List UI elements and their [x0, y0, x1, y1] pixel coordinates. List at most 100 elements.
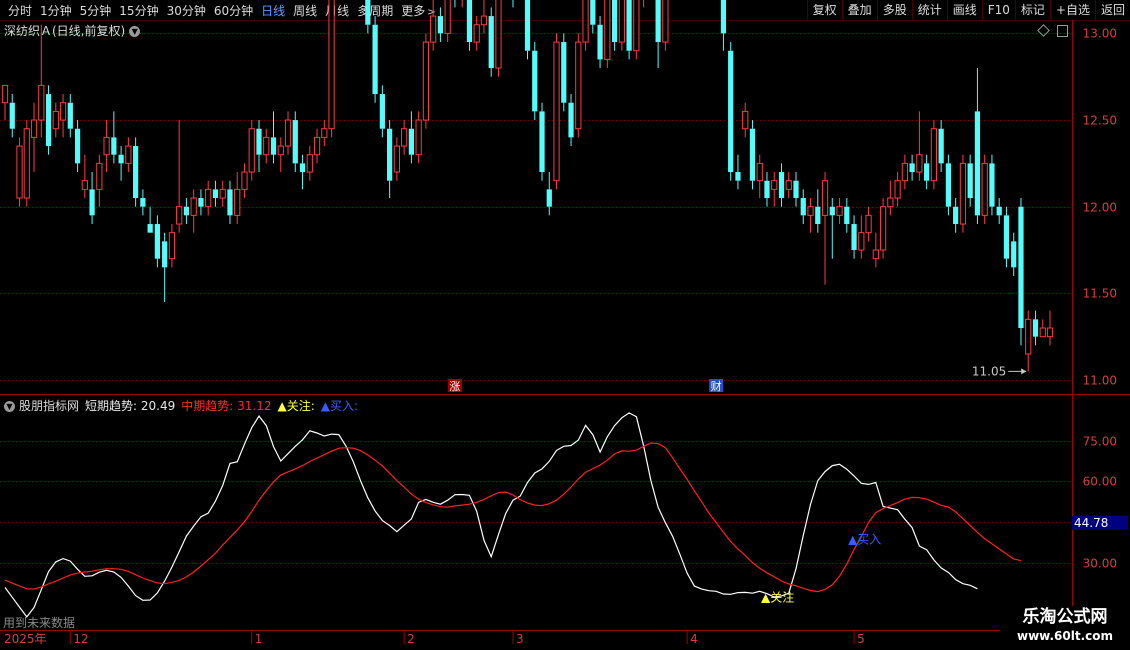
candle-body [524, 0, 531, 51]
candle [1018, 198, 1024, 346]
candle-body [30, 119, 38, 138]
candle [393, 137, 400, 181]
candle [582, 0, 589, 51]
candle-body [604, 0, 611, 60]
candle-body [241, 171, 248, 190]
candle-body [190, 197, 197, 216]
candle [1046, 310, 1054, 346]
candle [561, 33, 567, 112]
candle [495, 0, 502, 77]
candle-body [728, 50, 734, 173]
candle [140, 189, 146, 216]
candle [227, 180, 233, 225]
candle-body [140, 198, 146, 207]
candle-body [103, 136, 110, 156]
date-axis-label-text: 4 [690, 632, 698, 646]
candle-body [959, 162, 967, 225]
candle-body [306, 154, 313, 173]
candle [626, 0, 632, 60]
candle [234, 172, 241, 225]
candle-body [133, 146, 139, 199]
candle-body [938, 128, 944, 164]
candle-body [909, 163, 915, 173]
candle [844, 198, 850, 233]
candle-body [1003, 215, 1010, 259]
candle [1, 84, 9, 121]
candle [887, 180, 894, 216]
chart-area: 11.0011.5012.0012.5013.0013.5014.0014.50… [0, 0, 1130, 646]
candle-body [590, 0, 596, 25]
candle [1025, 310, 1032, 372]
candle-body [953, 206, 959, 225]
candle-body [568, 102, 574, 138]
candle [387, 120, 393, 199]
candle-body [248, 128, 255, 173]
candle-body [270, 137, 277, 155]
candle-body [292, 120, 298, 164]
candle [437, 7, 444, 43]
candle [284, 111, 292, 155]
chevron-down-icon[interactable]: ▼ [129, 26, 141, 37]
candle-body [778, 172, 785, 199]
candle-body [815, 206, 821, 225]
future-data-notice: 用到未来数据 [3, 616, 76, 630]
maximize-icon[interactable] [1057, 25, 1068, 37]
candle-body [1032, 319, 1039, 337]
candle-body [611, 0, 618, 43]
watch-signal-legend: ▲关注: [277, 399, 315, 413]
candle [313, 128, 321, 164]
indicator-grid: 30.0045.0060.0075.00 [0, 435, 1117, 571]
candle [749, 120, 756, 190]
candle [575, 33, 582, 138]
candle-body [256, 128, 262, 155]
candle-body [1039, 327, 1046, 338]
candle [568, 94, 574, 147]
candle [23, 120, 30, 207]
candle [735, 154, 741, 190]
candle-body [45, 94, 52, 147]
candle-body [111, 137, 117, 155]
candle [401, 120, 408, 155]
window-controls [1037, 24, 1068, 38]
candle-body [437, 16, 444, 34]
candle [953, 198, 959, 233]
diamond-icon[interactable] [1037, 24, 1050, 37]
candle-body [488, 16, 494, 69]
min-pointer-arrow [1021, 368, 1027, 375]
candle [981, 154, 988, 225]
candle [103, 120, 110, 173]
candle [422, 33, 430, 129]
main-chart-title: 深纺织Ａ(日线,前复权) ▼ [4, 22, 141, 39]
candle-body [967, 163, 973, 199]
candle-body [205, 188, 212, 208]
candle [168, 224, 176, 268]
candle [89, 172, 95, 225]
candle-body [844, 206, 850, 225]
candle [16, 137, 23, 207]
candle [299, 154, 306, 190]
candle-body [749, 128, 756, 181]
candle [590, 0, 596, 34]
candle [539, 102, 545, 181]
candle [466, 0, 473, 51]
candle-body [147, 224, 153, 233]
candle [1003, 206, 1010, 268]
candle-body [16, 145, 23, 199]
candle-body [945, 163, 952, 207]
candle-body [408, 128, 415, 155]
event-badge: 涨 [447, 379, 462, 393]
candle-body [379, 94, 385, 129]
date-axis-label-text: 2 [407, 632, 415, 646]
candle [430, 0, 437, 51]
candle [524, 0, 531, 60]
date-axis-label-text: 2025年 [4, 632, 47, 646]
buy-signal-legend: ▲买入: [320, 399, 359, 413]
indicator-name[interactable]: 股朋指标网 [19, 399, 79, 413]
date-axis-label: 3 [512, 630, 524, 646]
candle [415, 111, 422, 164]
candle [879, 198, 887, 259]
chevron-down-icon[interactable]: ▼ [4, 401, 15, 412]
candle [125, 137, 132, 173]
candle-body [793, 180, 799, 199]
candle [292, 111, 298, 173]
